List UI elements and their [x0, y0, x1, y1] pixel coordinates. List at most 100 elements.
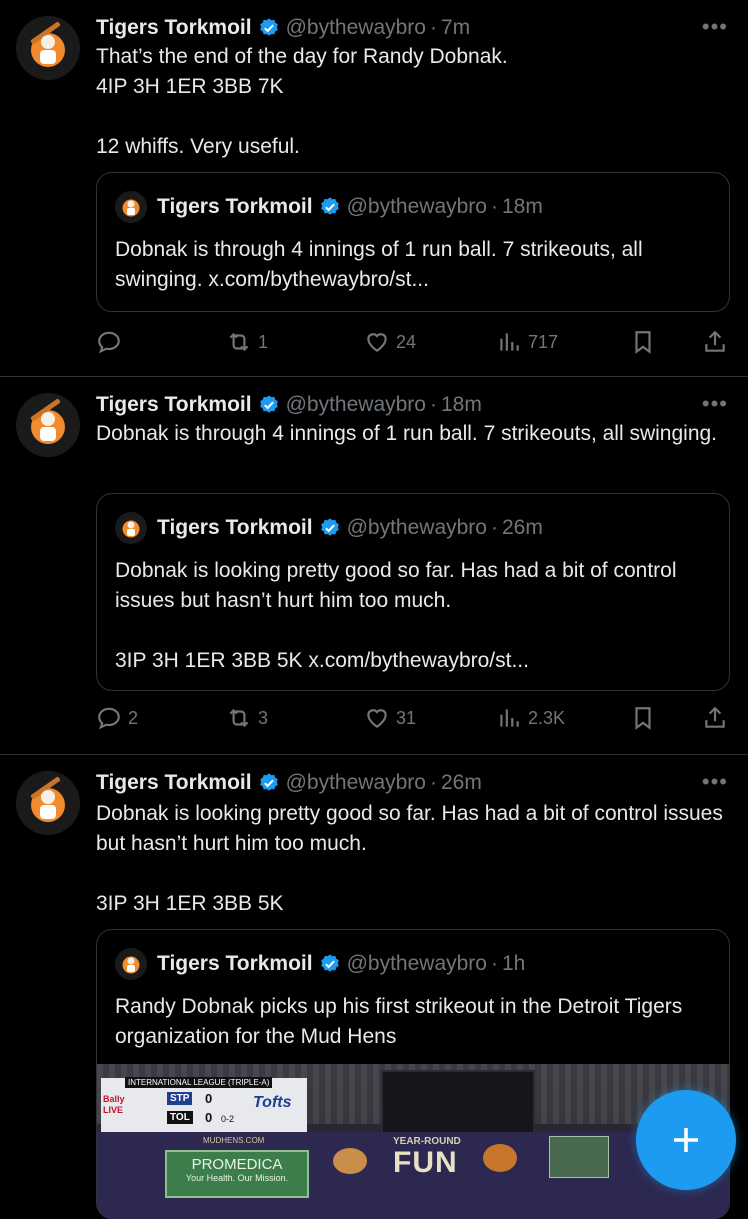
mascot-logo: [333, 1148, 367, 1174]
reply-icon: [98, 331, 120, 354]
separator-dot: ·: [490, 195, 498, 218]
tiger-logo-icon: [16, 393, 80, 457]
video-thumbnail[interactable]: INTERNATIONAL LEAGUE (TRIPLE-A) Bally LI…: [97, 1064, 729, 1219]
tiger-logo-icon: [115, 512, 147, 544]
share-button[interactable]: [702, 324, 734, 360]
author-name[interactable]: Tigers Torkmoil: [96, 16, 252, 40]
separator-dot: ·: [490, 952, 498, 975]
like-count: 24: [396, 331, 417, 352]
author-name[interactable]: Tigers Torkmoil: [96, 393, 252, 417]
verified-badge-icon: [259, 395, 278, 413]
quote-avatar: [115, 948, 147, 980]
tweet[interactable]: Tigers Torkmoil @bythewaybro · 7m ••• Th…: [0, 0, 748, 376]
network-logo: Bally LIVE: [103, 1094, 125, 1115]
quote-header: Tigers Torkmoil @bythewaybro · 18m: [115, 191, 543, 223]
quoted-tweet[interactable]: Tigers Torkmoil @bythewaybro · 26m Dobna…: [96, 493, 730, 691]
more-options-icon[interactable]: •••: [702, 769, 728, 795]
ad-subtitle: Your Health. Our Mission.: [185, 1173, 289, 1183]
reply-button[interactable]: 2: [96, 700, 138, 736]
quote-text: Randy Dobnak picks up his first strikeou…: [115, 995, 689, 1048]
quote-text: Dobnak is looking pretty good so far. Ha…: [115, 559, 677, 672]
repost-button[interactable]: 3: [226, 700, 268, 736]
views-button[interactable]: 2.3K: [496, 700, 565, 736]
avatar[interactable]: [16, 393, 80, 457]
quote-author-name: Tigers Torkmoil: [157, 195, 313, 218]
tweet-text: Dobnak is through 4 innings of 1 run bal…: [96, 422, 718, 445]
team2-label: TOL: [167, 1111, 193, 1124]
avatar[interactable]: [16, 16, 80, 80]
view-count: 2.3K: [528, 707, 566, 728]
quote-author-name: Tigers Torkmoil: [157, 952, 313, 975]
tweet-header: Tigers Torkmoil @bythewaybro · 18m: [96, 389, 482, 421]
dugout: [381, 1070, 535, 1136]
share-button[interactable]: [702, 700, 734, 736]
pitch-count: 0-2: [221, 1114, 235, 1124]
team2-score: 0: [205, 1110, 213, 1125]
reply-count: 2: [128, 707, 139, 728]
compose-button[interactable]: [636, 1090, 736, 1190]
team1-score: 0: [205, 1091, 213, 1106]
tweet-time[interactable]: 26m: [441, 771, 482, 795]
tweet-text: That’s the end of the day for Randy Dobn…: [96, 45, 508, 158]
avatar[interactable]: [16, 771, 80, 835]
mascot-logo: [483, 1144, 517, 1172]
author-handle[interactable]: @bythewaybro: [286, 16, 426, 40]
action-bar: 2 3 31 2.3K: [96, 700, 736, 736]
bookmark-icon: [635, 331, 651, 354]
quote-header: Tigers Torkmoil @bythewaybro · 26m: [115, 512, 543, 544]
quote-time: 1h: [501, 952, 526, 975]
more-options-icon[interactable]: •••: [702, 14, 728, 40]
repost-icon: [229, 708, 249, 728]
author-handle[interactable]: @bythewaybro: [286, 771, 426, 795]
reply-icon: [98, 707, 120, 730]
separator-dot: ·: [429, 393, 437, 416]
like-button[interactable]: 31: [364, 700, 416, 736]
quote-author-name: Tigers Torkmoil: [157, 516, 313, 539]
quote-time: 18m: [501, 195, 543, 218]
like-count: 31: [396, 707, 417, 728]
views-button[interactable]: 717: [496, 324, 558, 360]
repost-count: 1: [258, 331, 269, 352]
tweet-time[interactable]: 18m: [441, 393, 482, 417]
quote-author-handle: @bythewaybro: [346, 195, 487, 218]
like-button[interactable]: 24: [364, 324, 416, 360]
quote-author-handle: @bythewaybro: [346, 516, 487, 539]
tweet-header: Tigers Torkmoil @bythewaybro · 26m: [96, 767, 482, 799]
banner-main: FUN: [393, 1146, 458, 1179]
views-chart-icon: [500, 709, 519, 727]
sponsor-logo: Tofts: [253, 1094, 292, 1111]
repost-count: 3: [258, 707, 269, 728]
quote-author-handle: @bythewaybro: [346, 952, 487, 975]
author-name[interactable]: Tigers Torkmoil: [96, 771, 252, 795]
share-icon: [705, 706, 725, 728]
tweet-text: Dobnak is looking pretty good so far. Ha…: [96, 802, 723, 915]
tweet-time[interactable]: 7m: [441, 16, 470, 40]
views-chart-icon: [500, 333, 519, 351]
reply-button[interactable]: [96, 324, 128, 360]
quote-header: Tigers Torkmoil @bythewaybro · 1h: [115, 948, 525, 980]
quoted-tweet[interactable]: Tigers Torkmoil @bythewaybro · 1h Randy …: [96, 929, 730, 1219]
author-handle[interactable]: @bythewaybro: [286, 393, 426, 417]
separator-dot: ·: [429, 16, 437, 39]
action-bar: 1 24 717: [96, 324, 736, 360]
tiger-logo-icon: [115, 948, 147, 980]
quote-avatar: [115, 512, 147, 544]
more-options-icon[interactable]: •••: [702, 391, 728, 417]
bookmark-icon: [635, 707, 651, 730]
tweet[interactable]: Tigers Torkmoil @bythewaybro · 18m ••• D…: [0, 377, 748, 753]
ad-title: PROMEDICA: [191, 1156, 283, 1173]
bookmark-button[interactable]: [630, 324, 662, 360]
view-count: 717: [528, 331, 559, 352]
quoted-tweet[interactable]: Tigers Torkmoil @bythewaybro · 18m Dobna…: [96, 172, 730, 312]
tiger-logo-icon: [16, 771, 80, 835]
separator-dot: ·: [490, 516, 498, 539]
verified-badge-icon: [320, 954, 339, 972]
repost-button[interactable]: 1: [226, 324, 268, 360]
ad-banner: PROMEDICA Your Health. Our Mission.: [165, 1150, 309, 1198]
repost-icon: [229, 332, 249, 352]
quote-time: 26m: [501, 516, 543, 539]
site-label: MUDHENS.COM: [203, 1136, 265, 1145]
bookmark-button[interactable]: [630, 700, 662, 736]
separator-dot: ·: [429, 771, 437, 794]
quote-text: Dobnak is through 4 innings of 1 run bal…: [115, 238, 649, 291]
